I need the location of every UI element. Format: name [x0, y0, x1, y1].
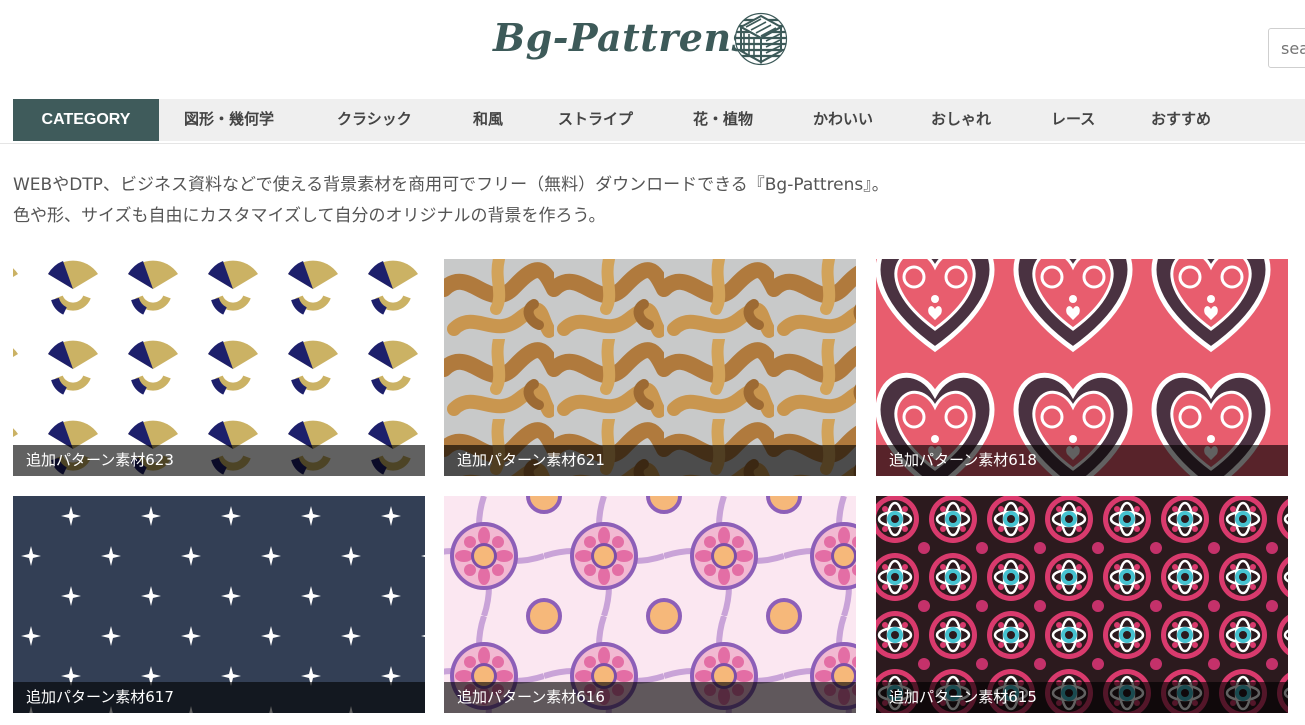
- intro-line-2: 色や形、サイズも自由にカスタマイズして自分のオリジナルの背景を作ろう。: [13, 206, 606, 226]
- pattern-thumbnail-rosettes: [876, 496, 1288, 713]
- pattern-thumbnail-mandala: [444, 496, 856, 713]
- category-nav: CATEGORY 図形・幾何学 クラシック 和風 ストライプ 花・植物 かわいい…: [13, 99, 1305, 141]
- nav-item-stripe[interactable]: ストライプ: [558, 99, 633, 141]
- pattern-thumbnail-sparkles: [13, 496, 425, 713]
- pattern-card-618[interactable]: 追加パターン素材618: [876, 259, 1288, 476]
- pattern-card-616[interactable]: 追加パターン素材616: [444, 496, 856, 713]
- striped-cube-icon[interactable]: [734, 12, 788, 66]
- nav-item-cute[interactable]: かわいい: [813, 99, 873, 141]
- pattern-card-617[interactable]: 追加パターン素材617: [13, 496, 425, 713]
- search-input[interactable]: [1268, 28, 1305, 68]
- nav-item-japanese[interactable]: 和風: [473, 99, 503, 141]
- nav-item-classic[interactable]: クラシック: [337, 99, 412, 141]
- card-title: 追加パターン素材618: [876, 445, 1288, 476]
- nav-item-geometric[interactable]: 図形・幾何学: [184, 99, 274, 141]
- site-header: Bg-Pattrens: [0, 0, 1305, 99]
- card-title: 追加パターン素材615: [876, 682, 1288, 713]
- site-logo-text[interactable]: Bg-Pattrens: [493, 12, 753, 64]
- nav-item-stylish[interactable]: おしゃれ: [931, 99, 991, 141]
- pattern-thumbnail-hearts: [876, 259, 1288, 476]
- pattern-card-621[interactable]: 追加パターン素材621: [444, 259, 856, 476]
- nav-divider: [0, 143, 1305, 144]
- pattern-card-623[interactable]: 追加パターン素材623: [13, 259, 425, 476]
- pattern-card-615[interactable]: 追加パターン素材615: [876, 496, 1288, 713]
- category-label: CATEGORY: [13, 99, 159, 141]
- nav-item-lace[interactable]: レース: [1051, 99, 1095, 141]
- card-title: 追加パターン素材616: [444, 682, 856, 713]
- intro-line-1: WEBやDTP、ビジネス資料などで使える背景素材を商用可でフリー（無料）ダウンロ…: [13, 175, 889, 195]
- nav-item-recommended[interactable]: おすすめ: [1151, 99, 1211, 141]
- nav-item-flower[interactable]: 花・植物: [693, 99, 753, 141]
- intro-text: WEBやDTP、ビジネス資料などで使える背景素材を商用可でフリー（無料）ダウンロ…: [13, 170, 889, 232]
- pattern-thumbnail-fans: [13, 259, 425, 476]
- card-title: 追加パターン素材623: [13, 445, 425, 476]
- card-title: 追加パターン素材617: [13, 682, 425, 713]
- card-title: 追加パターン素材621: [444, 445, 856, 476]
- pattern-thumbnail-organic: [444, 259, 856, 476]
